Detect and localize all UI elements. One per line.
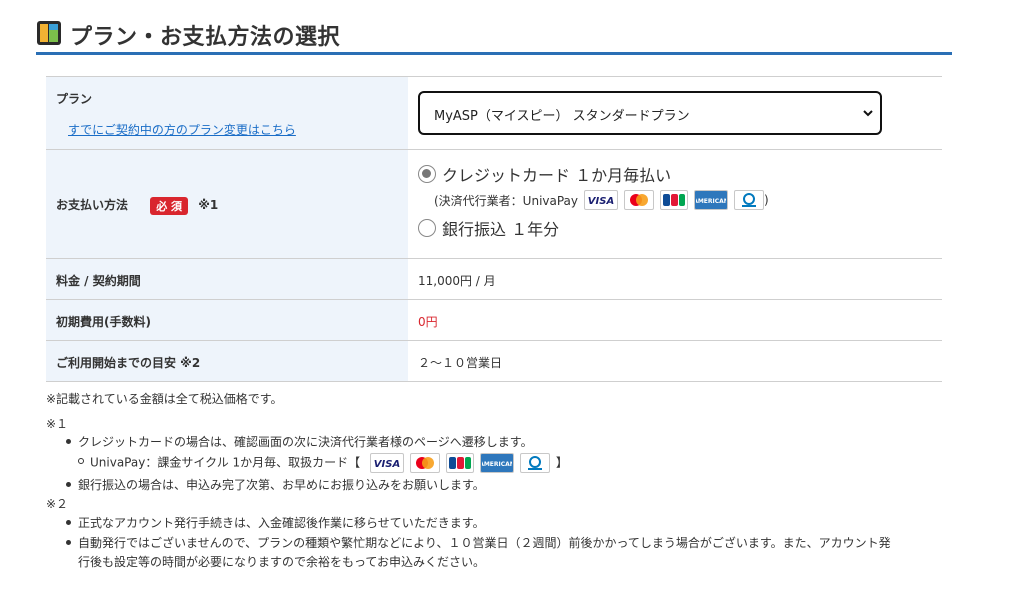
plan-select-value: MyASP（マイスピー） スタンダードプラン	[434, 109, 690, 124]
plan-change-link[interactable]: すでにご契約中の方のプラン変更はこちら	[68, 121, 296, 138]
diners-card-icon	[520, 453, 551, 473]
diners-card-icon	[734, 190, 765, 210]
note1-sub-item: UnivaPay：課金サイクル 1か月毎、取扱カード【 VISA AMERICA…	[78, 453, 568, 473]
fee-row: 料金 / 契約期間 11,000円 / 月	[46, 258, 942, 299]
svg-text:VISA: VISA	[588, 196, 614, 207]
payment-agent-open: (決済代行業者：UnivaPay	[434, 193, 579, 208]
fee-value-cell: 11,000円 / 月	[408, 259, 942, 299]
note2-bullet-2: 自動発行ではございませんので、プランの種類や繁忙期などにより、１０営業日（２週間…	[66, 536, 891, 550]
plan-row: プラン すでにご契約中の方のプラン変更はこちら MyASP（マイスピー） スタン…	[46, 76, 942, 149]
note1-sub-suffix: 】	[555, 455, 568, 470]
svg-text:AMERICAN: AMERICAN	[696, 198, 726, 205]
payment-agent-line: (決済代行業者：UnivaPay VISA AMERICAN )	[434, 190, 769, 210]
payment-option-credit[interactable]: クレジットカード １か月毎払い	[418, 162, 671, 186]
note1-bullet-2: 銀行振込の場合は、申込み完了次第、お早めにお振り込みをお願いします。	[66, 478, 485, 492]
initial-fee-label: 初期費用(手数料)	[56, 315, 151, 329]
start-label-cell: ご利用開始までの目安 ※2	[46, 341, 408, 381]
note2-bullet-2-cont: 行後も設定等の時間が必要になりますので余裕をもってお申込みください。	[78, 555, 486, 569]
jcb-card-icon	[446, 453, 475, 473]
amex-card-icon: AMERICAN	[694, 190, 729, 210]
radio-credit-checked[interactable]	[418, 165, 436, 183]
payment-label-wrap: お支払い方法 必 須 ※1	[56, 196, 218, 215]
fee-label: 料金 / 契約期間	[56, 274, 141, 288]
required-badge: 必 須	[150, 196, 189, 215]
title-underline	[36, 52, 952, 55]
amex-card-icon: AMERICAN	[480, 453, 515, 473]
plan-label: プラン	[56, 92, 93, 106]
mastercard-icon	[410, 453, 441, 473]
payment-row: お支払い方法 必 須 ※1 クレジットカード １か月毎払い (決済代行業者：Un…	[46, 149, 942, 258]
section-header: プラン・お支払方法の選択	[36, 16, 952, 56]
start-label: ご利用開始までの目安 ※2	[56, 356, 201, 370]
jcb-card-icon	[660, 190, 689, 210]
visa-card-icon: VISA	[370, 453, 405, 473]
chevron-down-icon	[863, 110, 873, 117]
payment-value-cell: クレジットカード １か月毎払い (決済代行業者：UnivaPay VISA AM…	[408, 150, 942, 258]
note1-sub-prefix: UnivaPay：課金サイクル 1か月毎、取扱カード【	[90, 455, 361, 470]
plan-select[interactable]: MyASP（マイスピー） スタンダードプラン	[418, 91, 882, 135]
start-value-cell: ２～１０営業日	[408, 341, 942, 381]
initial-fee-value-cell: 0円	[408, 300, 942, 340]
plan-form-table: プラン すでにご契約中の方のプラン変更はこちら MyASP（マイスピー） スタン…	[46, 76, 942, 382]
payment-note-ref: ※1	[198, 198, 219, 212]
note1-bullet-1: クレジットカードの場合は、確認画面の次に決済代行業者様のページへ遷移します。	[66, 435, 533, 449]
page-title: プラン・お支払方法の選択	[70, 25, 341, 50]
svg-text:VISA: VISA	[374, 459, 400, 470]
fee-label-cell: 料金 / 契約期間	[46, 259, 408, 299]
plan-value-cell: MyASP（マイスピー） スタンダードプラン	[408, 77, 942, 149]
mastercard-icon	[624, 190, 655, 210]
plan-label-cell: プラン すでにご契約中の方のプラン変更はこちら	[46, 77, 408, 149]
note2-bullet-1: 正式なアカウント発行手続きは、入金確認後作業に移らせていただきます。	[66, 516, 485, 530]
radio-bank-unchecked[interactable]	[418, 219, 436, 237]
payment-label: お支払い方法	[56, 198, 129, 212]
note-ref-2: ※２	[46, 497, 69, 511]
fee-value: 11,000円 / 月	[418, 274, 496, 288]
start-row: ご利用開始までの目安 ※2 ２～１０営業日	[46, 340, 942, 382]
note-ref-1: ※１	[46, 417, 69, 431]
initial-fee-value: 0円	[418, 315, 438, 329]
payment-option-credit-label: クレジットカード １か月毎払い	[442, 166, 672, 185]
visa-card-icon: VISA	[584, 190, 619, 210]
payment-option-bank-label: 銀行振込 １年分	[442, 220, 560, 239]
svg-text:AMERICAN: AMERICAN	[482, 461, 512, 468]
initial-fee-label-cell: 初期費用(手数料)	[46, 300, 408, 340]
start-value: ２～１０営業日	[418, 356, 503, 370]
notebook-icon	[37, 21, 61, 45]
payment-agent-close: )	[764, 193, 769, 207]
payment-option-bank[interactable]: 銀行振込 １年分	[418, 216, 559, 240]
initial-fee-row: 初期費用(手数料) 0円	[46, 299, 942, 340]
inline-card-logos: VISA AMERICAN	[366, 453, 551, 473]
payment-label-cell: お支払い方法 必 須 ※1	[46, 150, 408, 258]
tax-note: ※記載されている金額は全て税込価格です。	[46, 392, 283, 406]
